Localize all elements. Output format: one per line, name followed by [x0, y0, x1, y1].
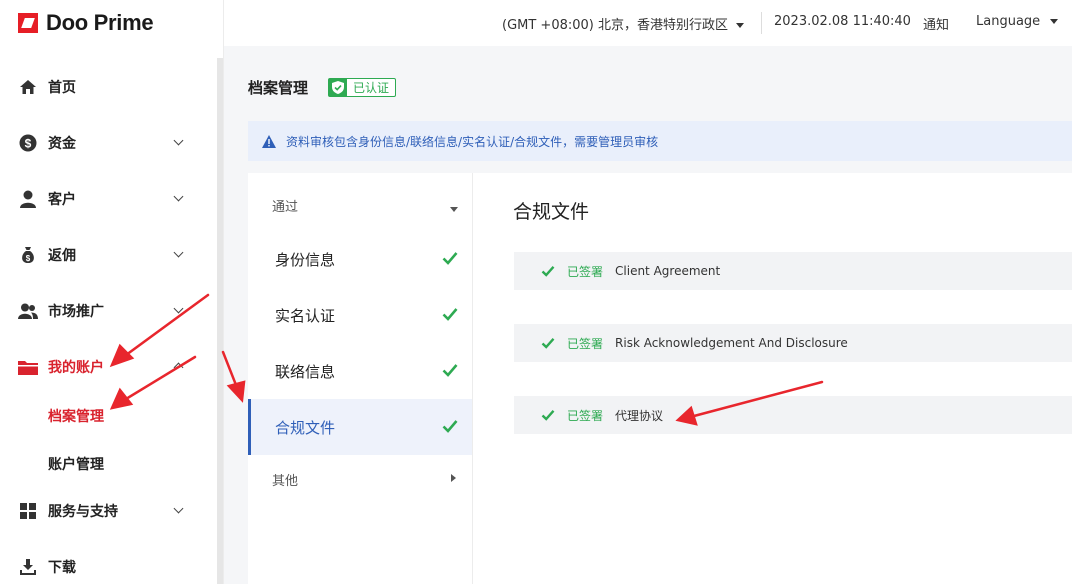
document-status: 已签署	[567, 336, 604, 351]
divider	[761, 12, 762, 34]
brand-logo[interactable]: Doo Prime	[18, 10, 154, 36]
document-name: Risk Acknowledgement And Disclosure	[615, 336, 848, 350]
tab-label: 实名认证	[275, 306, 336, 325]
check-icon	[442, 420, 458, 433]
sidebar-item-home[interactable]: 首页	[18, 73, 188, 101]
shield-check-icon	[329, 79, 347, 96]
check-icon	[442, 364, 458, 377]
profile-card: 通过 身份信息 实名认证 联络信息 合规文件 其他 合规文件 已签署 Clien…	[248, 173, 1072, 584]
current-datetime: 2023.02.08 11:40:40	[774, 14, 911, 29]
sidebar-item-label: 下载	[48, 560, 76, 576]
chevron-down-icon	[173, 247, 184, 258]
caret-down-icon[interactable]	[450, 207, 458, 212]
info-notice: 资料审核包含身份信息/联络信息/实名认证/合规文件，需要管理员审核	[248, 121, 1072, 161]
folder-icon	[18, 357, 38, 377]
tab-identity-info[interactable]: 身份信息	[248, 231, 472, 287]
group-title-passed[interactable]: 通过	[272, 196, 298, 215]
sidebar-item-label: 市场推广	[48, 304, 104, 320]
check-icon	[541, 410, 555, 421]
language-select[interactable]: Language	[976, 14, 1059, 29]
caret-down-icon	[736, 23, 744, 28]
notifications-link[interactable]: 通知	[923, 14, 949, 33]
chevron-down-icon	[173, 503, 184, 514]
sidebar-item-rebates[interactable]: $ 返佣	[18, 241, 188, 269]
sidebar-item-label: 服务与支持	[48, 504, 118, 520]
group-title-other[interactable]: 其他	[272, 470, 298, 489]
caret-right-icon[interactable]	[451, 474, 456, 482]
sidebar-item-marketing[interactable]: 市场推广	[18, 297, 188, 325]
check-icon	[442, 252, 458, 265]
document-name: 代理协议	[615, 408, 664, 423]
check-icon	[442, 308, 458, 321]
sidebar-item-funds[interactable]: $ 资金	[18, 129, 188, 157]
tab-real-name-verification[interactable]: 实名认证	[248, 287, 472, 343]
sidebar-subitem-profile-management[interactable]: 档案管理	[48, 406, 104, 426]
document-name: Client Agreement	[615, 264, 721, 278]
document-row[interactable]: 已签署 代理协议	[514, 396, 1072, 434]
sidebar-item-service-support[interactable]: 服务与支持	[18, 497, 188, 525]
money-bag-icon: $	[18, 245, 38, 265]
sidebar: Doo Prime 首页 $ 资金 客户 $ 返佣 市场推广 我的账户 档案管理…	[0, 0, 224, 584]
document-row[interactable]: 已签署 Risk Acknowledgement And Disclosure	[514, 324, 1072, 362]
dollar-icon: $	[18, 133, 38, 153]
chevron-down-icon	[173, 303, 184, 314]
brand-name: Doo Prime	[46, 10, 154, 35]
users-icon	[18, 301, 38, 321]
topbar: (GMT +08:00) 北京，香港特别行政区 2023.02.08 11:40…	[224, 0, 1072, 46]
check-icon	[541, 266, 555, 277]
caret-down-icon	[1050, 19, 1059, 24]
svg-text:$: $	[26, 254, 31, 263]
chevron-down-icon	[173, 191, 184, 202]
sidebar-subitem-account-management[interactable]: 账户管理	[48, 454, 104, 474]
sidebar-item-my-account[interactable]: 我的账户	[18, 353, 188, 381]
warning-icon	[262, 134, 276, 148]
chevron-up-icon	[173, 362, 184, 373]
document-status: 已签署	[567, 408, 604, 423]
tab-label: 合规文件	[275, 418, 336, 437]
document-row[interactable]: 已签署 Client Agreement	[514, 252, 1072, 290]
verified-badge-label: 已认证	[353, 81, 390, 95]
language-label: Language	[976, 14, 1041, 29]
notice-text: 资料审核包含身份信息/联络信息/实名认证/合规文件，需要管理员审核	[286, 134, 659, 149]
download-icon	[18, 557, 38, 577]
sidebar-item-label: 资金	[48, 136, 76, 152]
page-title: 档案管理	[248, 79, 309, 97]
tab-label: 联络信息	[275, 362, 336, 381]
grid-icon	[18, 501, 38, 521]
verified-badge: 已认证	[328, 78, 397, 97]
sidebar-scrollbar[interactable]	[217, 58, 223, 584]
tab-contact-info[interactable]: 联络信息	[248, 343, 472, 399]
sidebar-item-label: 首页	[48, 80, 76, 96]
document-status: 已签署	[567, 264, 604, 279]
timezone-select[interactable]: (GMT +08:00) 北京，香港特别行政区	[502, 14, 744, 33]
sidebar-item-download[interactable]: 下载	[18, 553, 188, 581]
user-icon	[18, 189, 38, 209]
compliance-documents-panel: 合规文件 已签署 Client Agreement 已签署 Risk Ackno…	[474, 173, 1072, 584]
tab-label: 身份信息	[275, 250, 336, 269]
check-icon	[541, 338, 555, 349]
tab-compliance-documents[interactable]: 合规文件	[248, 399, 472, 455]
section-title: 合规文件	[513, 201, 590, 223]
svg-text:$: $	[25, 137, 32, 151]
logo-icon	[18, 13, 38, 33]
chevron-down-icon	[173, 135, 184, 146]
sidebar-item-label: 我的账户	[48, 360, 104, 376]
sidebar-item-clients[interactable]: 客户	[18, 185, 188, 213]
sidebar-item-label: 返佣	[48, 248, 76, 264]
sidebar-item-label: 客户	[48, 192, 76, 208]
verification-tab-list: 通过 身份信息 实名认证 联络信息 合规文件 其他	[248, 173, 473, 584]
home-icon	[18, 77, 38, 97]
timezone-label: (GMT +08:00) 北京，香港特别行政区	[502, 18, 728, 33]
